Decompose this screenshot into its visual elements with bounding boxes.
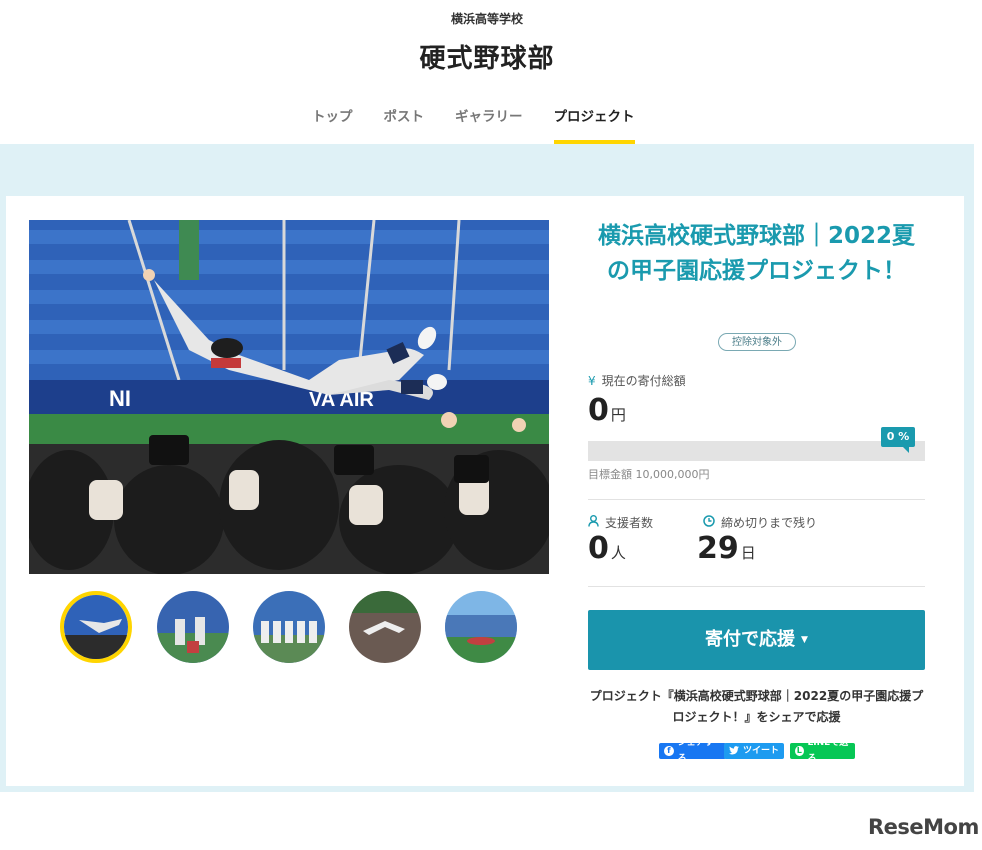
resemom-watermark-logo: ReseMom — [868, 815, 979, 839]
tab-top[interactable]: トップ — [312, 96, 353, 144]
donation-total-label: ¥ 現在の寄付総額 — [588, 373, 686, 389]
goal-amount: 目標金額 10,000,000円 — [588, 468, 710, 481]
caret-down-icon: ▼ — [801, 635, 808, 645]
twitter-tweet-button[interactable]: ツイート — [724, 743, 784, 759]
supporters-label: 支援者数 — [588, 514, 653, 531]
gallery-thumbnail-1[interactable] — [60, 591, 132, 663]
share-prompt: プロジェクト『横浜高校硬式野球部｜2022夏の甲子園応援プロジェクト！』をシェア… — [589, 689, 924, 724]
svg-text:NI: NI — [109, 386, 131, 411]
donation-amount: 0 — [588, 393, 609, 428]
progress-bar — [588, 441, 925, 461]
person-icon — [588, 515, 599, 530]
twitter-bird-icon — [729, 746, 739, 756]
donation-total: 0円 — [588, 395, 626, 431]
progress-percent-badge: 0 % — [881, 427, 915, 453]
gallery-thumbnail-3[interactable] — [253, 591, 325, 663]
tab-project[interactable]: プロジェクト — [553, 96, 635, 144]
divider — [588, 499, 925, 500]
supporters-count: 0人 — [588, 531, 626, 566]
tab-gallery[interactable]: ギャラリー — [455, 96, 523, 144]
deadline-label: 締め切りまで残り — [703, 514, 817, 531]
gallery-thumbnail-5[interactable] — [445, 591, 517, 663]
divider — [588, 586, 925, 587]
donation-unit: 円 — [610, 406, 626, 424]
school-name[interactable]: 横浜高等学校 — [0, 10, 974, 27]
donate-button[interactable]: 寄付で応援 ▼ — [588, 610, 925, 670]
gallery-thumbnail-2[interactable] — [157, 591, 229, 663]
project-title: 横浜高校硬式野球部｜2022夏の甲子園応援プロジェクト！ — [597, 223, 915, 284]
club-name[interactable]: 硬式野球部 — [0, 38, 974, 75]
tax-deduction-badge: 控除対象外 — [718, 333, 796, 351]
clock-icon — [703, 515, 715, 530]
facebook-share-button[interactable]: f シェアする — [659, 738, 726, 764]
facebook-icon: f — [664, 746, 674, 756]
line-icon: L — [795, 746, 804, 756]
main-project-photo: NI VA AIR — [29, 220, 549, 574]
tab-posts[interactable]: ポスト — [384, 96, 425, 144]
gallery-thumbnail-4[interactable] — [349, 591, 421, 663]
days-remaining: 29 日 — [697, 531, 756, 566]
line-share-button[interactable]: L LINEで送る — [790, 738, 855, 764]
main-nav: トップ ポスト ギャラリー プロジェクト — [0, 96, 974, 144]
yen-icon: ¥ — [588, 373, 596, 388]
site-header: 横浜高等学校 硬式野球部 — [0, 0, 974, 97]
